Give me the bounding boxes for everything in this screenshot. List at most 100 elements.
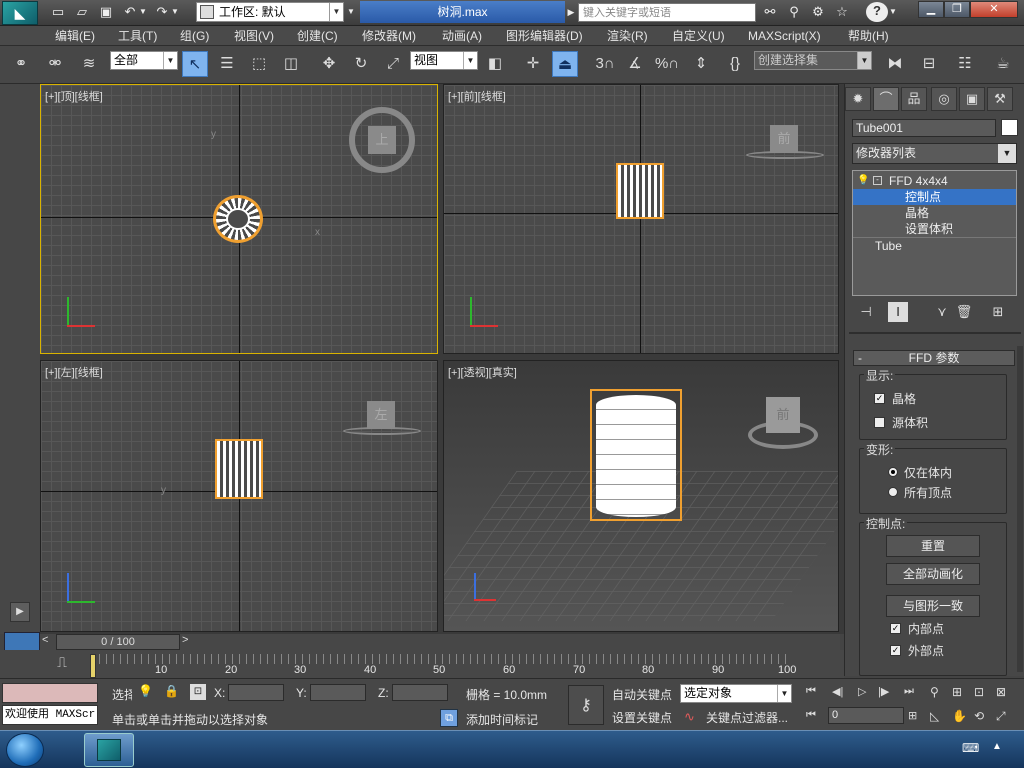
link-icon[interactable]: ⚭ (8, 51, 34, 77)
binoculars-icon[interactable]: ⚯ (760, 3, 780, 21)
tray-expand-icon[interactable]: ▲ (992, 741, 1006, 757)
help-dropdown-icon[interactable]: ▼ (888, 3, 898, 21)
tube-selected-object[interactable] (215, 439, 263, 499)
previous-frame-icon[interactable]: ◀| (832, 685, 850, 701)
stack-item-control-points[interactable]: 控制点 (853, 189, 1016, 205)
current-frame-field[interactable]: 0 (828, 707, 904, 724)
menu-modifiers[interactable]: 修改器(M) (362, 26, 416, 46)
maximize-button[interactable]: ❐ (944, 1, 970, 18)
viewport-front[interactable]: [+][前][线框] 前 (443, 84, 839, 354)
maximize-viewport-icon[interactable]: ⤢ (996, 709, 1014, 725)
menu-group[interactable]: 组(G) (180, 26, 209, 46)
track-current-frame-marker[interactable] (90, 654, 96, 678)
mirror-icon[interactable]: ⧓ (882, 51, 908, 77)
app-logo-icon[interactable]: ◣ (2, 1, 38, 25)
menu-edit[interactable]: 编辑(E) (55, 26, 95, 46)
menu-help[interactable]: 帮助(H) (848, 26, 889, 46)
select-object-icon[interactable]: ↖ (182, 51, 208, 77)
workspace-selector[interactable]: 工作区: 默认 ▼ (196, 2, 344, 22)
motion-tab-icon[interactable]: ◎ (931, 87, 957, 111)
menu-create[interactable]: 创建(C) (297, 26, 338, 46)
stack-item-set-volume[interactable]: 设置体积 (853, 221, 1016, 237)
window-crossing-icon[interactable]: ◫ (278, 51, 304, 77)
pivot-center-icon[interactable]: ◧ (482, 51, 508, 77)
viewcube-left[interactable]: 左 (343, 399, 421, 439)
hierarchy-tab-icon[interactable]: 品 (901, 87, 927, 111)
zoom-extents-all-icon[interactable]: ⊠ (996, 685, 1014, 701)
display-tab-icon[interactable]: ▣ (959, 87, 985, 111)
animate-all-button[interactable]: 全部动画化 (886, 563, 980, 585)
modifier-list-dropdown[interactable]: 修改器列表 ▼ (852, 143, 1017, 164)
stack-item-tube[interactable]: Tube (853, 237, 1016, 253)
keyboard-tray-icon[interactable]: ⌨ (962, 741, 980, 757)
add-time-tag[interactable]: 添加时间标记 (466, 711, 538, 728)
scale-icon[interactable]: ⤢ (380, 51, 406, 77)
bind-space-warp-icon[interactable]: ≋ (76, 51, 102, 77)
lattice-checkbox[interactable]: ✓ (874, 393, 885, 404)
zoom-extents-icon[interactable]: ⊡ (974, 685, 992, 701)
tube-selected-object[interactable] (616, 163, 664, 219)
menu-animation[interactable]: 动画(A) (442, 26, 482, 46)
spinner-snap-icon[interactable]: ⇕ (688, 51, 714, 77)
viewport-label[interactable]: [+][透视][真实] (448, 364, 517, 380)
next-frame-icon[interactable]: |▶ (878, 685, 896, 701)
menu-view[interactable]: 视图(V) (234, 26, 274, 46)
viewcube-front[interactable]: 前 (746, 123, 824, 163)
undo-dropdown-icon[interactable]: ▼ (138, 3, 148, 21)
menu-rendering[interactable]: 渲染(R) (607, 26, 648, 46)
redo-dropdown-icon[interactable]: ▼ (170, 3, 180, 21)
track-bar[interactable]: ⎍ 10 20 30 40 50 60 70 80 90 100 (0, 650, 844, 678)
connect-icon[interactable]: ⚙ (808, 3, 828, 21)
only-in-volume-radio[interactable] (888, 467, 898, 477)
utilities-tab-icon[interactable]: ⚒ (987, 87, 1013, 111)
viewport-label[interactable]: [+][左][线框] (45, 364, 103, 380)
viewcube-perspective[interactable]: 前 (748, 391, 818, 453)
keyboard-shortcut-override-icon[interactable]: ⏏ (552, 51, 578, 77)
lightbulb-icon[interactable]: 💡 (857, 173, 869, 189)
menu-maxscript[interactable]: MAXScript(X) (748, 26, 821, 46)
favorites-star-icon[interactable]: ☆ (832, 3, 852, 21)
y-coord-field[interactable] (310, 684, 366, 701)
viewport-top[interactable]: [+][顶][线框] 上 x y (40, 84, 438, 354)
time-configuration-icon[interactable]: ⊞ (908, 709, 926, 725)
menu-tools[interactable]: 工具(T) (118, 26, 157, 46)
tube-selected-object[interactable] (213, 195, 263, 243)
named-selection-dropdown[interactable]: 创建选择集 ▼ (754, 51, 872, 70)
ffd-parameters-rollout-header[interactable]: - FFD 参数 (853, 350, 1015, 366)
lock-selection-icon[interactable]: 🔒 (164, 684, 180, 700)
select-manipulate-icon[interactable]: ✛ (520, 51, 546, 77)
unlink-icon[interactable]: ⚮ (42, 51, 68, 77)
remove-modifier-icon[interactable]: 🗑 (954, 302, 974, 322)
new-file-icon[interactable]: ▭ (48, 3, 68, 21)
align-icon[interactable]: ⊟ (916, 51, 942, 77)
redo-icon[interactable]: ↷ (152, 3, 172, 21)
modify-tab-icon[interactable]: ⌒ (873, 87, 899, 111)
layer-manager-icon[interactable]: ☷ (952, 51, 978, 77)
tube-selected-object[interactable] (590, 389, 682, 521)
start-button[interactable] (6, 733, 44, 767)
key-mode-toggle-icon[interactable]: ⏮ (806, 709, 824, 725)
open-file-icon[interactable]: ▱ (72, 3, 92, 21)
play-icon[interactable]: ▷ (858, 685, 876, 701)
mini-curve-editor-icon[interactable]: ⎍ (50, 654, 74, 674)
x-coord-field[interactable] (228, 684, 284, 701)
stack-item-ffd[interactable]: 💡 - FFD 4x4x4 (853, 173, 1016, 189)
go-to-end-icon[interactable]: ⏭ (904, 685, 922, 701)
zoom-all-icon[interactable]: ⊞ (952, 685, 970, 701)
communication-center-icon[interactable]: ⚲ (784, 3, 804, 21)
menu-graph-editors[interactable]: 图形编辑器(D) (506, 26, 583, 46)
object-color-swatch[interactable] (1001, 119, 1018, 136)
search-expand-icon[interactable]: ▶ (566, 3, 576, 21)
close-button[interactable]: ✕ (970, 1, 1018, 18)
save-file-icon[interactable]: ▣ (96, 3, 116, 21)
edit-named-selection-icon[interactable]: {} (722, 51, 748, 77)
object-name-field[interactable]: Tube001 (852, 119, 996, 137)
quick-access-dropdown-icon[interactable]: ▼ (346, 3, 356, 21)
configure-sets-icon[interactable]: ⊞ (988, 302, 1008, 322)
render-setup-icon[interactable]: ☕ (990, 51, 1016, 77)
reference-coordinate-dropdown[interactable]: 视图 ▼ (410, 51, 478, 70)
set-key-mode-icon[interactable]: ⚷ (568, 685, 604, 725)
rotate-icon[interactable]: ↻ (348, 51, 374, 77)
pin-stack-icon[interactable]: ⊣ (856, 302, 876, 322)
rectangular-selection-icon[interactable]: ⬚ (246, 51, 272, 77)
